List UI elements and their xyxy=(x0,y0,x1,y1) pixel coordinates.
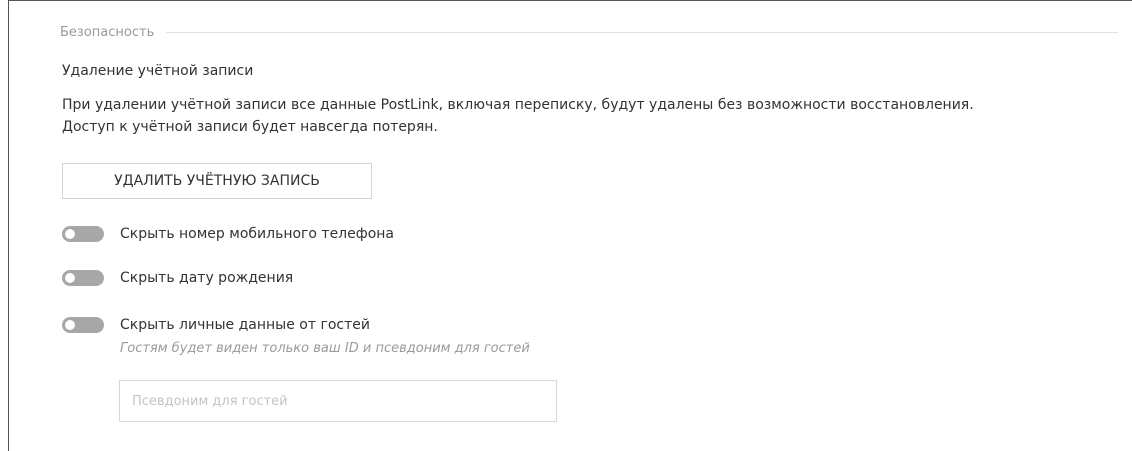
guest-visibility-hint: Гостям будет виден только ваш ID и псевд… xyxy=(120,341,530,356)
delete-account-description: При удалении учётной записи все данные P… xyxy=(62,94,1122,138)
toggle-row-hide-birthdate: Скрыть дату рождения xyxy=(62,270,293,286)
section-title: Безопасность xyxy=(60,24,155,40)
toggle-knob xyxy=(65,229,75,239)
hide-birthdate-label: Скрыть дату рождения xyxy=(120,270,294,286)
delete-account-button[interactable]: УДАЛИТЬ УЧЁТНУЮ ЗАПИСЬ xyxy=(62,163,372,199)
guest-alias-input[interactable] xyxy=(119,380,557,422)
hide-personal-data-toggle[interactable] xyxy=(62,317,104,333)
delete-account-heading: Удаление учётной записи xyxy=(62,63,254,79)
section-divider xyxy=(166,31,1118,33)
hide-phone-toggle[interactable] xyxy=(62,226,104,242)
toggle-knob xyxy=(65,320,75,330)
description-line-1: При удалении учётной записи все данные P… xyxy=(62,97,974,113)
toggle-row-hide-personal-data: Скрыть личные данные от гостей xyxy=(62,317,370,333)
description-line-2: Доступ к учётной записи будет навсегда п… xyxy=(62,119,438,135)
hide-birthdate-toggle[interactable] xyxy=(62,270,104,286)
hide-personal-data-label: Скрыть личные данные от гостей xyxy=(120,317,370,333)
section-header: Безопасность xyxy=(60,22,1118,42)
toggle-row-hide-phone: Скрыть номер мобильного телефона xyxy=(62,226,394,242)
hide-phone-label: Скрыть номер мобильного телефона xyxy=(120,226,395,242)
toggle-knob xyxy=(65,273,75,283)
